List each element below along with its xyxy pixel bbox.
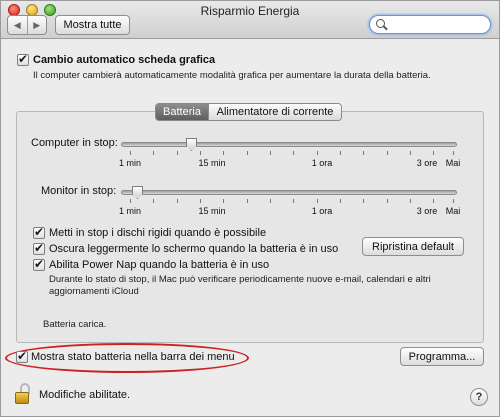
dim-display-checkbox[interactable] (33, 241, 45, 255)
chevron-right-icon[interactable]: ▶ (26, 16, 47, 34)
spin-down-disks-label: Metti in stop i dischi rigidi quando è p… (49, 227, 267, 239)
restore-defaults-button[interactable]: Ripristina default (362, 237, 464, 256)
tick-label-3-hours: 3 ore (416, 158, 438, 168)
slider-tick (270, 151, 271, 155)
tick-label-15-min: 15 min (198, 158, 226, 168)
tick-label-1-hour: 1 ora (311, 206, 333, 216)
slider-tick (453, 199, 454, 203)
computer-sleep-track[interactable] (121, 142, 457, 147)
tick-label-1-hour: 1 ora (311, 158, 333, 168)
schedule-button[interactable]: Programma... (400, 347, 484, 366)
show-battery-status-checkbox[interactable] (16, 349, 28, 363)
slider-tick (200, 199, 201, 203)
slider-tick (340, 151, 341, 155)
tick-label-15-min: 15 min (198, 206, 226, 216)
spin-down-disks-checkbox[interactable] (33, 225, 45, 239)
graphics-switching-label: Cambio automatico scheda grafica (33, 54, 216, 66)
graphics-switching-description: Il computer cambierà automaticamente mod… (33, 70, 431, 81)
help-button[interactable]: ? (470, 388, 488, 406)
power-nap-checkbox[interactable] (33, 257, 45, 271)
power-nap-description-line1: Durante lo stato di stop, il Mac può ver… (49, 274, 431, 285)
preferences-window: Risparmio Energia ◀ ▶ Mostra tutte Cambi… (0, 0, 500, 417)
slider-tick (177, 151, 178, 155)
slider-tick (293, 151, 294, 155)
slider-tick (317, 151, 318, 155)
power-nap-label: Abilita Power Nap quando la batteria è i… (49, 259, 270, 271)
slider-tick (363, 151, 364, 155)
slider-tick (340, 199, 341, 203)
display-sleep-track[interactable] (121, 190, 457, 195)
lock-icon[interactable] (15, 383, 31, 405)
slider-tick (130, 199, 131, 203)
tick-label-1-min: 1 min (118, 206, 142, 216)
slider-tick (177, 199, 178, 203)
slider-tick (200, 151, 201, 155)
slider-tick (247, 151, 248, 155)
tab-power-adapter[interactable]: Alimentatore di corrente (208, 104, 341, 120)
lock-body (15, 392, 29, 404)
chevron-left-icon[interactable]: ◀ (8, 16, 27, 34)
power-nap-description-line2: aggiornamenti iCloud (49, 286, 139, 297)
slider-tick (453, 151, 454, 155)
slider-tick (270, 199, 271, 203)
slider-tick (293, 199, 294, 203)
show-all-button[interactable]: Mostra tutte (55, 15, 130, 35)
slider-tick (247, 199, 248, 203)
slider-tick (387, 151, 388, 155)
slider-tick (153, 199, 154, 203)
slider-tick (410, 199, 411, 203)
back-forward-control: ◀ ▶ (7, 15, 47, 35)
tick-label-1-min: 1 min (118, 158, 142, 168)
slider-tick (223, 199, 224, 203)
slider-tick (130, 151, 131, 155)
slider-tick (153, 151, 154, 155)
power-source-tabs: Batteria Alimentatore di corrente (155, 103, 342, 121)
slider-tick (363, 199, 364, 203)
lock-status-label: Modifiche abilitate. (39, 389, 131, 401)
search-icon (376, 19, 385, 28)
slider-tick (410, 151, 411, 155)
title-bar: Risparmio Energia ◀ ▶ Mostra tutte (1, 1, 499, 39)
slider-tick (433, 199, 434, 203)
search-input[interactable] (388, 17, 486, 32)
tick-label-never: Mai (445, 158, 461, 168)
graphics-switching-checkbox[interactable] (17, 52, 29, 66)
display-sleep-label: Monitor in stop: (41, 185, 117, 197)
battery-status-text: Batteria carica. (43, 319, 107, 330)
search-field[interactable] (369, 15, 491, 34)
tick-label-never: Mai (445, 206, 461, 216)
tab-battery[interactable]: Batteria (156, 104, 208, 120)
slider-tick (433, 151, 434, 155)
slider-tick (317, 199, 318, 203)
slider-tick (223, 151, 224, 155)
slider-tick (387, 199, 388, 203)
computer-sleep-label: Computer in stop: (31, 137, 118, 149)
show-battery-status-label: Mostra stato batteria nella barra dei me… (31, 351, 235, 363)
dim-display-label: Oscura leggermente lo schermo quando la … (49, 243, 339, 255)
tick-label-3-hours: 3 ore (416, 206, 438, 216)
